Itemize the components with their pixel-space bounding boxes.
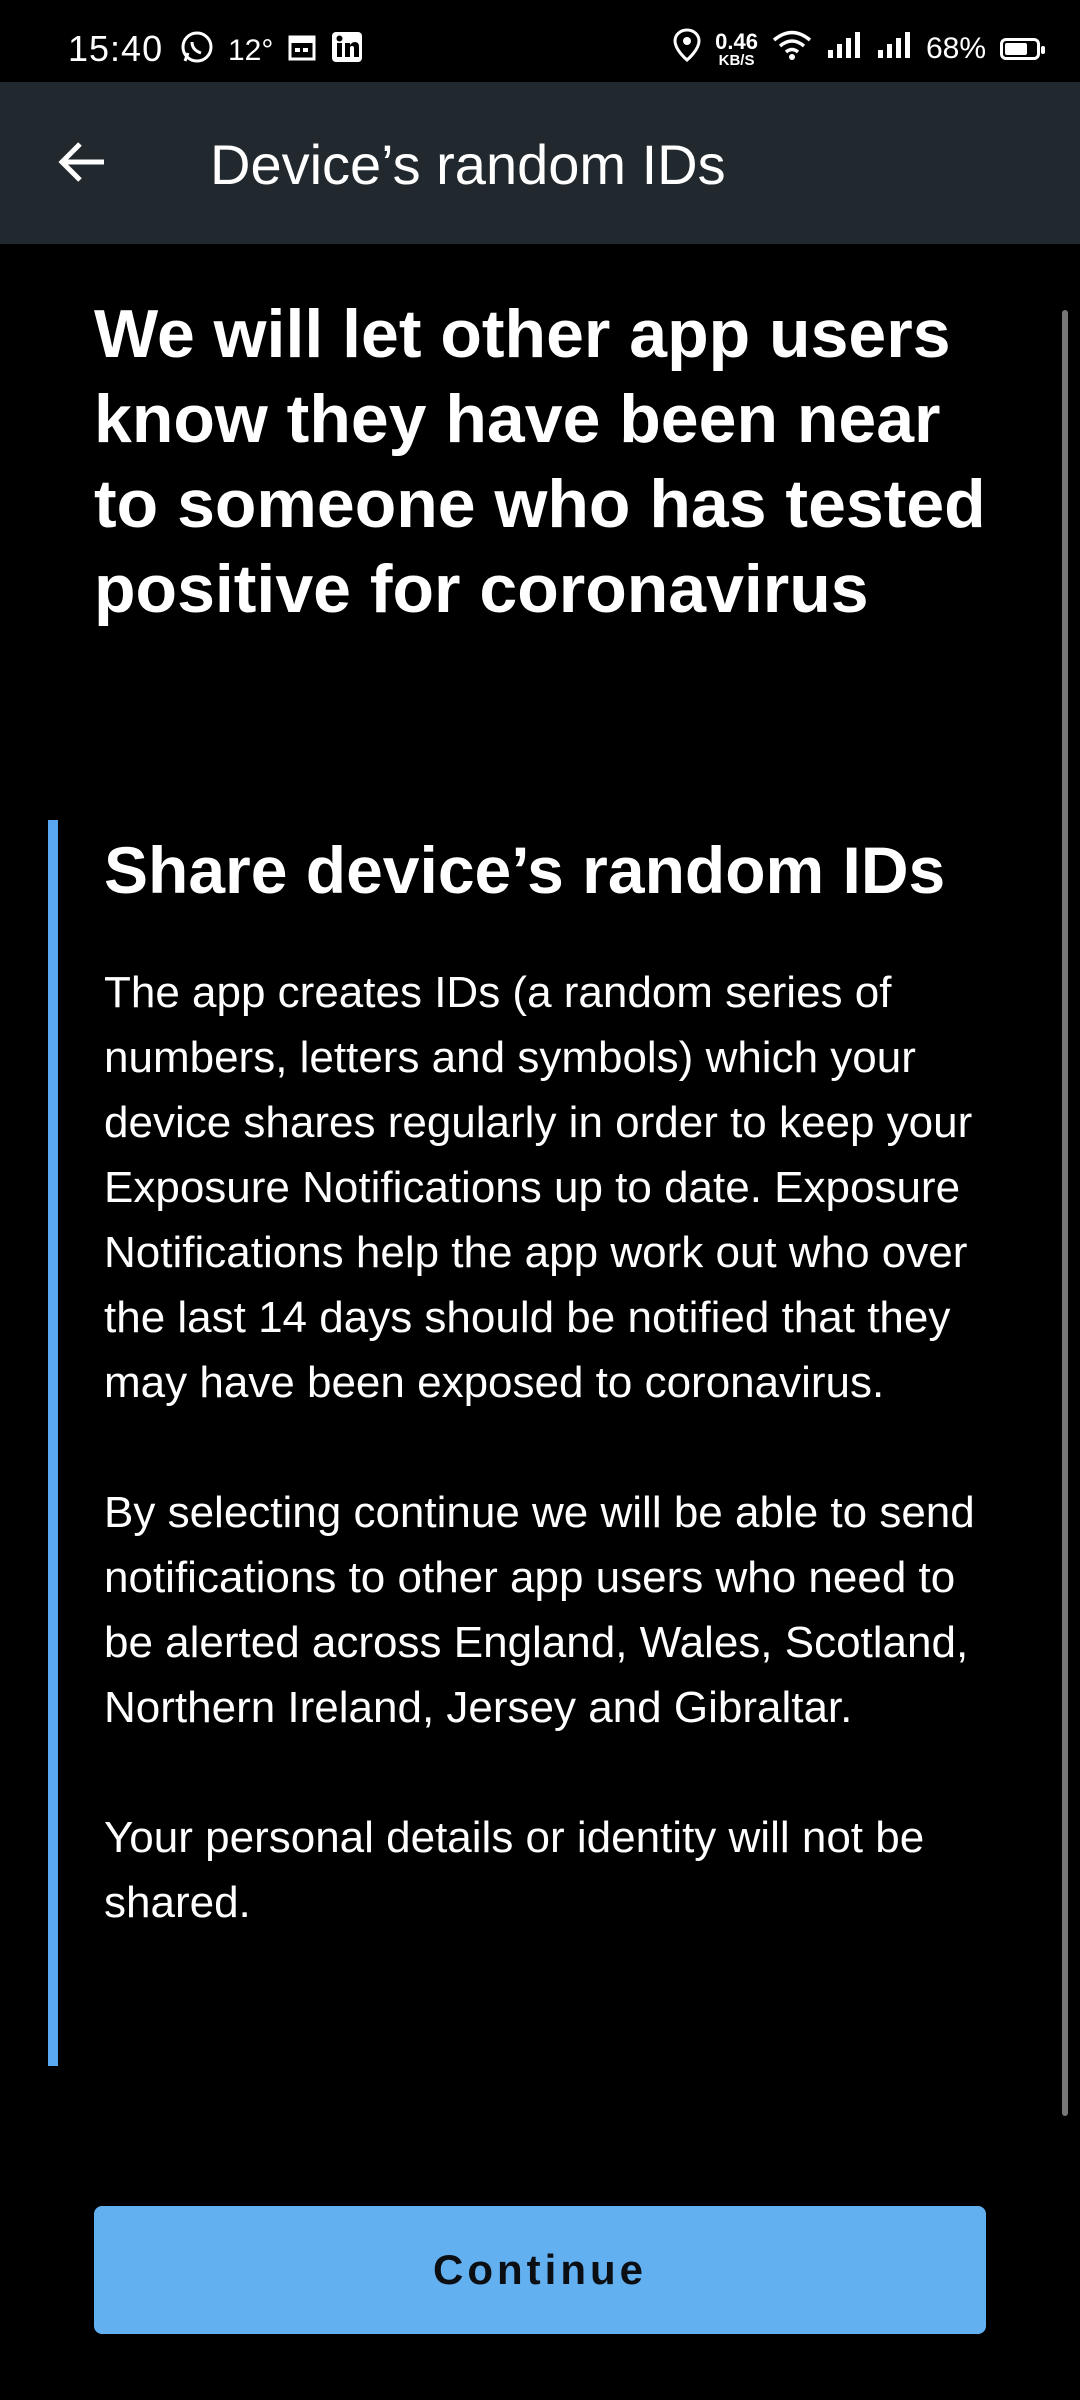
calendar-icon: [287, 32, 317, 70]
signal-icon: [826, 30, 862, 68]
callout-body: The app creates IDs (a random series of …: [104, 960, 1004, 2000]
network-speed-unit: KB/S: [718, 51, 755, 69]
status-time: 15:40: [68, 28, 164, 69]
battery-percent: 68%: [925, 32, 986, 65]
callout-paragraph: The app creates IDs (a random series of …: [104, 968, 973, 1407]
status-bar: 15:40 12° 0.46 KB/S 68%: [0, 0, 1080, 82]
wifi-icon: [772, 29, 812, 69]
info-callout: Share device’s random IDs The app create…: [48, 820, 1018, 2066]
continue-button[interactable]: Continue: [94, 2206, 986, 2334]
scroll-content[interactable]: We will let other app users know they ha…: [0, 244, 1080, 2144]
battery-icon: [1000, 38, 1045, 60]
page-title: Device’s random IDs: [210, 133, 726, 196]
status-notification-icons: 12°: [180, 30, 363, 72]
app-bar: Device’s random IDs: [0, 82, 1080, 244]
network-speed: 0.46 KB/S: [715, 28, 758, 69]
linkedin-icon: [331, 31, 363, 71]
arrow-left-icon: [56, 136, 108, 193]
callout-paragraph: By selecting continue we will be able to…: [104, 1488, 975, 1732]
scrollbar[interactable]: [1062, 310, 1068, 2116]
network-speed-value: 0.46: [715, 28, 758, 54]
signal-icon: [876, 30, 912, 68]
back-button[interactable]: [40, 122, 124, 206]
location-icon: [673, 28, 701, 70]
whatsapp-icon: [180, 30, 214, 72]
callout-paragraph: Your personal details or identity will n…: [104, 1813, 925, 1927]
headline: We will let other app users know they ha…: [94, 296, 986, 627]
status-system-icons: 0.46 KB/S 68%: [673, 28, 1045, 70]
callout-title: Share device’s random IDs: [104, 833, 946, 907]
temperature-text: 12°: [228, 34, 274, 67]
